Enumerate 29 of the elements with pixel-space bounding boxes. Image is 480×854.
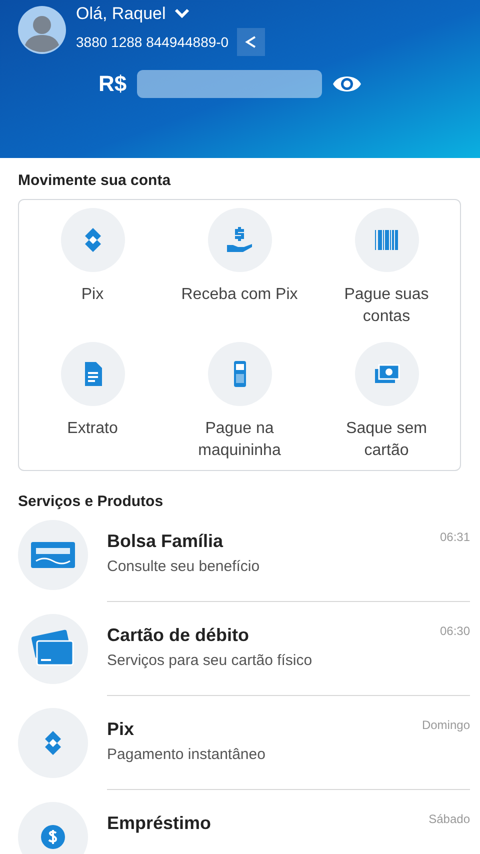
action-button[interactable]: Pague na maquininha <box>166 342 313 462</box>
service-title[interactable]: Bolsa Família <box>107 531 260 552</box>
service-time: 06:31 <box>440 530 470 546</box>
action-button[interactable]: Receba com Pix <box>166 208 313 328</box>
service-time: 06:30 <box>440 624 470 640</box>
service-title[interactable]: Cartão de débito <box>107 625 312 646</box>
service-subtitle: Serviços para seu cartão físico <box>107 652 312 669</box>
service-subtitle: Consulte seu benefício <box>107 558 260 575</box>
chevron-down-icon[interactable] <box>174 8 190 20</box>
action-button[interactable]: Pix <box>19 208 166 328</box>
share-button[interactable] <box>236 28 265 56</box>
dollar-coin-icon <box>40 824 66 850</box>
currency-symbol: R$ <box>98 71 127 97</box>
action-button[interactable]: Extrato <box>19 342 166 462</box>
service-time: Sábado <box>428 812 470 828</box>
service-title[interactable]: Pix <box>107 719 266 740</box>
account-number: 3880 1288 844944889-0 <box>76 34 229 50</box>
section-title: Movimente sua conta <box>17 171 172 191</box>
share-icon <box>244 35 258 49</box>
service-title[interactable]: Empréstimo <box>107 813 212 834</box>
greeting-text: Olá, Raquel <box>76 4 166 24</box>
service-subtitle: Pagamento instantâneo <box>107 746 266 763</box>
program-logo-icon <box>31 540 75 570</box>
avatar-icon <box>18 6 66 54</box>
cards-icon <box>31 629 75 669</box>
action-button[interactable]: Pague suas contas <box>313 208 460 328</box>
section-title: Serviços e Produtos <box>17 492 164 512</box>
service-time: Domingo <box>422 718 470 734</box>
action-button[interactable]: Saque sem cartão <box>313 342 460 462</box>
